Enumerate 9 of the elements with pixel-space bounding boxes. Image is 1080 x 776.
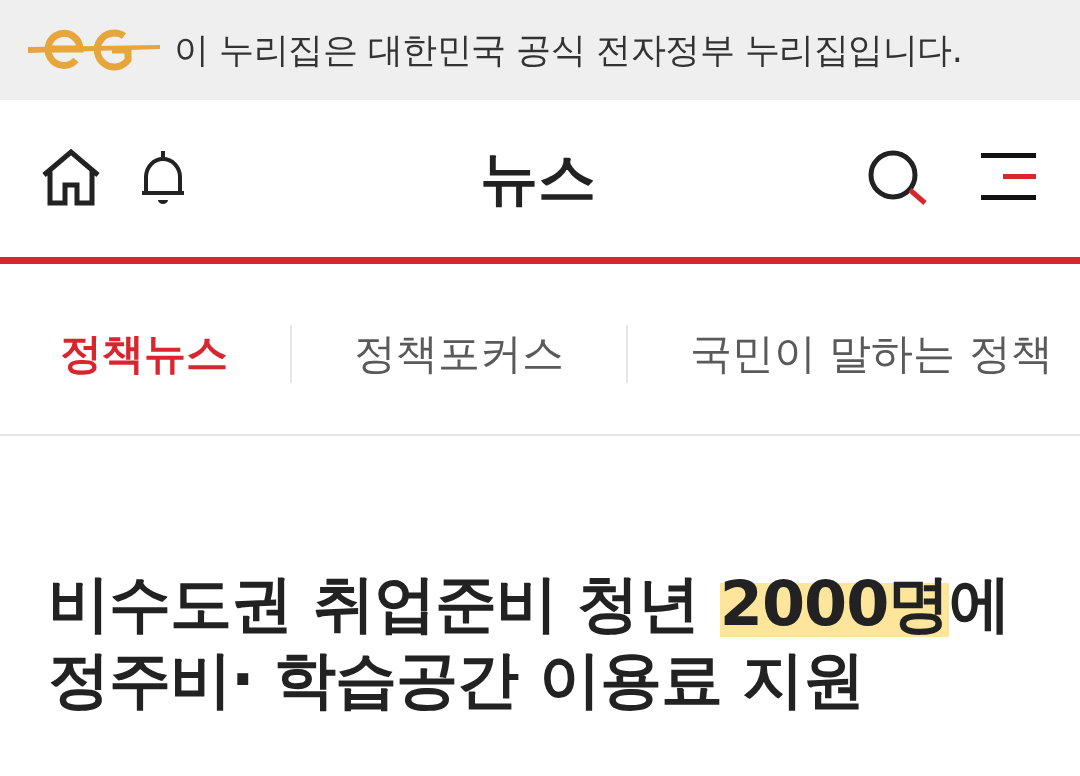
logo-icon — [28, 28, 160, 72]
banner-text: 이 누리집은 대한민국 공식 전자정부 누리집입니다. — [174, 28, 963, 72]
search-icon[interactable] — [867, 149, 929, 208]
tab[interactable]: 정책포커스 — [354, 326, 564, 382]
tab[interactable]: 정책뉴스 — [60, 326, 228, 382]
home-icon[interactable] — [40, 148, 102, 209]
headline: 비수도권 취업준비 청년 2000명에 정주비· 학습공간 이용료 지원 — [48, 566, 1012, 718]
tab[interactable]: 국민이 말하는 정책 — [690, 326, 1053, 382]
page-title: 뉴스 — [480, 142, 596, 214]
